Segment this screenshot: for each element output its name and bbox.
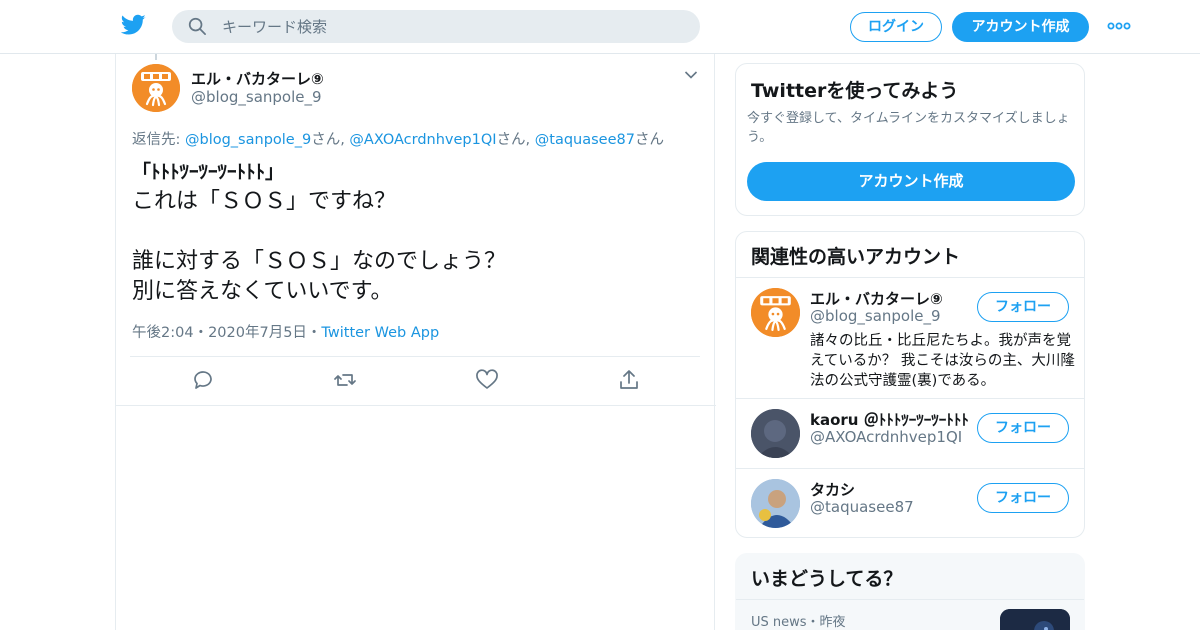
chevron-down-icon[interactable] [684,70,698,80]
tweet-time: 午後2:04 [132,325,194,341]
octopus-logo-icon [132,64,180,112]
signup-button[interactable]: アカウント作成 [952,12,1089,42]
account-handle[interactable]: @AXOAcrdnhvep1QI [810,428,962,446]
signup-card-description: 今すぐ登録して、タイムラインをカスタマイズしましょう。 [747,111,1070,145]
related-accounts-card: 関連性の高いアカウント エル・バカターレ⑨ @blog_sanpole_9 諸々… [735,231,1085,538]
tweet-line: これは「ＳＯＳ」ですね？ [132,189,397,214]
tweet-timestamp: 午後2:04・2020年7月5日・Twitter Web App [132,321,439,342]
trend-thumbnail[interactable] [1000,609,1070,630]
more-options-icon[interactable] [1107,22,1131,30]
account-handle[interactable]: @blog_sanpole_9 [810,307,941,325]
account-handle[interactable]: @taquasee87 [810,498,914,516]
avatar[interactable] [132,64,180,112]
signup-card-title: Twitterを使ってみよう [751,80,959,102]
search-bar[interactable] [172,10,700,43]
account-bio: 諸々の比丘・比丘尼たちよ。我が声を覚えているか？ 我こそは汝らの主、大川隆法の公… [810,333,1075,389]
account-name[interactable]: kaoru ＠ﾄﾄﾄﾂｰﾂｰﾂｰﾄﾄﾄ [810,409,970,430]
reply-separator: さん, [496,132,535,148]
account-row[interactable]: タカシ @taquasee87 フォロー [736,469,1084,537]
share-icon[interactable] [617,368,641,392]
tweet-line: 誰に対する「ＳＯＳ」なのでしょう？ [132,249,507,274]
reply-mention-link[interactable]: @blog_sanpole_9 [185,132,311,148]
account-name[interactable]: タカシ [810,479,970,500]
avatar[interactable] [751,409,800,458]
tweet-line: 別に答えなくていいです。 [132,279,393,304]
tweet-actions [116,368,716,394]
login-button[interactable]: ログイン [850,12,942,42]
divider [736,599,1084,600]
search-icon [188,17,206,35]
tweet-line: 「ﾄﾄﾄﾂｰﾂｰﾂｰﾄﾄﾄ」 [132,161,285,183]
reply-mention-link[interactable]: @taquasee87 [535,132,635,148]
reply-suffix: さん [634,132,664,148]
account-row[interactable]: kaoru ＠ﾄﾄﾄﾂｰﾂｰﾂｰﾄﾄﾄ @AXOAcrdnhvep1QI フォロ… [736,399,1084,469]
trends-card: いまどうしてる？ US news・昨夜 [735,553,1085,630]
reply-separator: さん, [311,132,350,148]
meta-dot: ・ [306,325,322,341]
news-image-icon [1000,609,1070,630]
account-row[interactable]: エル・バカターレ⑨ @blog_sanpole_9 諸々の比丘・比丘尼たちよ。我… [736,278,1084,398]
thread-connector [155,54,157,60]
divider [130,356,700,357]
avatar[interactable] [751,288,800,337]
reply-to: 返信先: @blog_sanpole_9さん, @AXOAcrdnhvep1QI… [132,128,664,149]
reply-prefix: 返信先: [132,132,185,148]
retweet-icon[interactable] [333,368,357,392]
divider [116,405,716,406]
reply-mention-link[interactable]: @AXOAcrdnhvep1QI [349,132,496,148]
author-name[interactable]: エル・バカターレ⑨ [191,68,324,89]
like-icon[interactable] [475,368,499,392]
follow-button[interactable]: フォロー [977,413,1069,443]
octopus-logo-icon [751,288,800,337]
related-accounts-title: 関連性の高いアカウント [751,246,961,268]
twitter-bird-icon[interactable] [121,14,146,36]
trend-meta[interactable]: US news・昨夜 [751,611,846,630]
top-bar: ログイン アカウント作成 [0,0,1200,54]
tweet-column: エル・バカターレ⑨ @blog_sanpole_9 返信先: @blog_san… [115,54,716,630]
reply-icon[interactable] [191,368,215,392]
profile-photo-icon [751,479,800,528]
avatar[interactable] [751,479,800,528]
follow-button[interactable]: フォロー [977,292,1069,322]
search-input[interactable] [222,10,682,43]
tweet-text: 「ﾄﾄﾄﾂｰﾂｰﾂｰﾄﾄﾄ」 これは「ＳＯＳ」ですね？ 誰に対する「ＳＯＳ」なの… [132,157,692,307]
tweet-date: 2020年7月5日 [208,325,307,341]
follow-button[interactable]: フォロー [977,483,1069,513]
tweet-source-link[interactable]: Twitter Web App [321,325,439,341]
author-handle[interactable]: @blog_sanpole_9 [191,88,322,106]
account-name[interactable]: エル・バカターレ⑨ [810,288,970,309]
trends-title: いまどうしてる？ [751,568,903,590]
signup-card: Twitterを使ってみよう 今すぐ登録して、タイムラインをカスタマイズしましょ… [735,63,1085,216]
meta-dot: ・ [193,325,209,341]
signup-card-button[interactable]: アカウント作成 [747,162,1075,201]
profile-photo-icon [751,409,800,458]
